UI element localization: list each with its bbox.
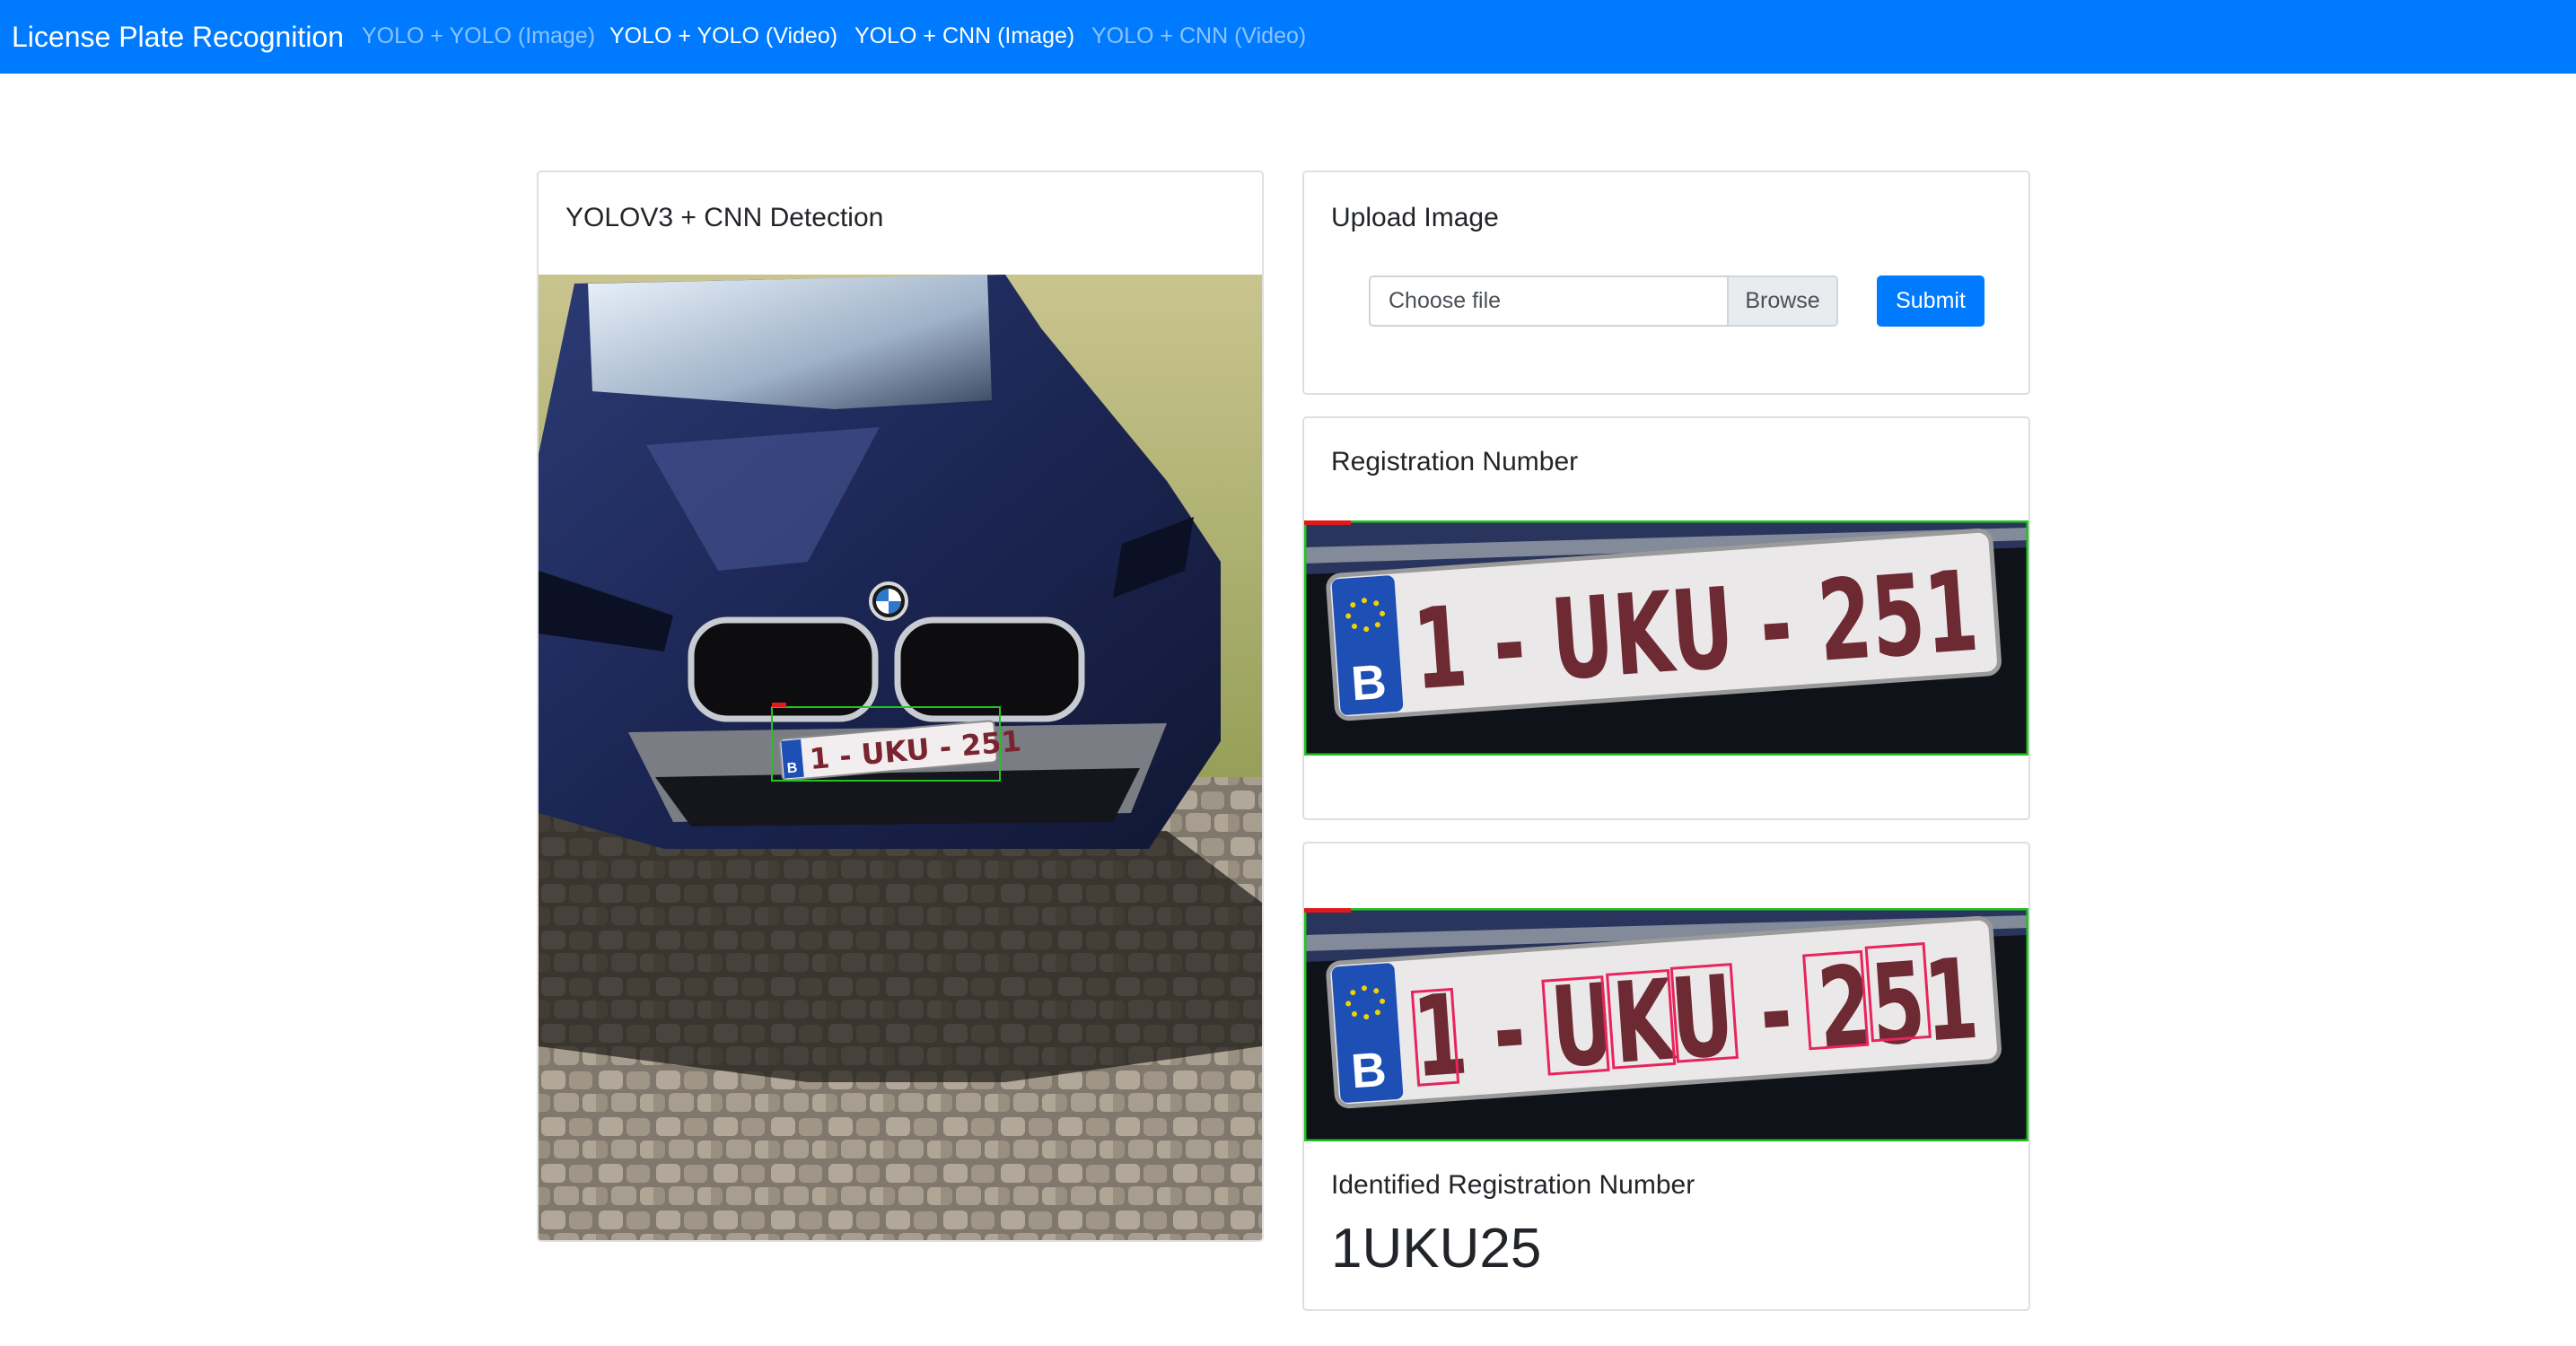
- submit-button[interactable]: Submit: [1877, 275, 1985, 327]
- svg-text:B: B: [1349, 1043, 1388, 1099]
- registration-card-title: Registration Number: [1331, 447, 1579, 476]
- registration-card: Registration Number B 1 - UKU - 251: [1302, 416, 2030, 820]
- svg-text:B: B: [786, 760, 798, 776]
- nav-yolo-cnn-video[interactable]: YOLO + CNN (Video): [1091, 0, 1306, 74]
- detection-image: B 1 - UKU - 251: [539, 275, 1262, 1240]
- detection-card-title: YOLOV3 + CNN Detection: [565, 203, 884, 232]
- nav-yolo-yolo-video[interactable]: YOLO + YOLO (Video): [609, 0, 837, 74]
- identified-value: 1UKU25: [1331, 1218, 1542, 1280]
- file-input-placeholder: Choose file: [1389, 288, 1502, 313]
- detection-card: YOLOV3 + CNN Detection B 1 - UKU - 251: [537, 170, 1264, 1242]
- nav-yolo-yolo-image[interactable]: YOLO + YOLO (Image): [362, 0, 595, 74]
- navbar-brand[interactable]: License Plate Recognition: [12, 0, 344, 74]
- navbar: License Plate Recognition YOLO + YOLO (I…: [0, 0, 2576, 74]
- bmw-logo-icon: [869, 581, 908, 621]
- segmentation-card: B 1 - UKU - 251 Identified Registration …: [1302, 842, 2030, 1311]
- browse-button[interactable]: Browse: [1727, 277, 1836, 325]
- svg-text:B: B: [1349, 655, 1388, 712]
- upload-card: Upload Image Choose file Browse Submit: [1302, 170, 2030, 395]
- plate-crop-image: B 1 - UKU - 251: [1304, 520, 2028, 756]
- nav-yolo-cnn-image[interactable]: YOLO + CNN (Image): [854, 0, 1074, 74]
- segmented-plate-image: B 1 - UKU - 251: [1304, 908, 2028, 1141]
- identified-label: Identified Registration Number: [1331, 1170, 1695, 1200]
- file-input[interactable]: Choose file Browse: [1369, 275, 1838, 327]
- detection-label-tag: [772, 703, 786, 707]
- upload-card-title: Upload Image: [1331, 203, 1499, 232]
